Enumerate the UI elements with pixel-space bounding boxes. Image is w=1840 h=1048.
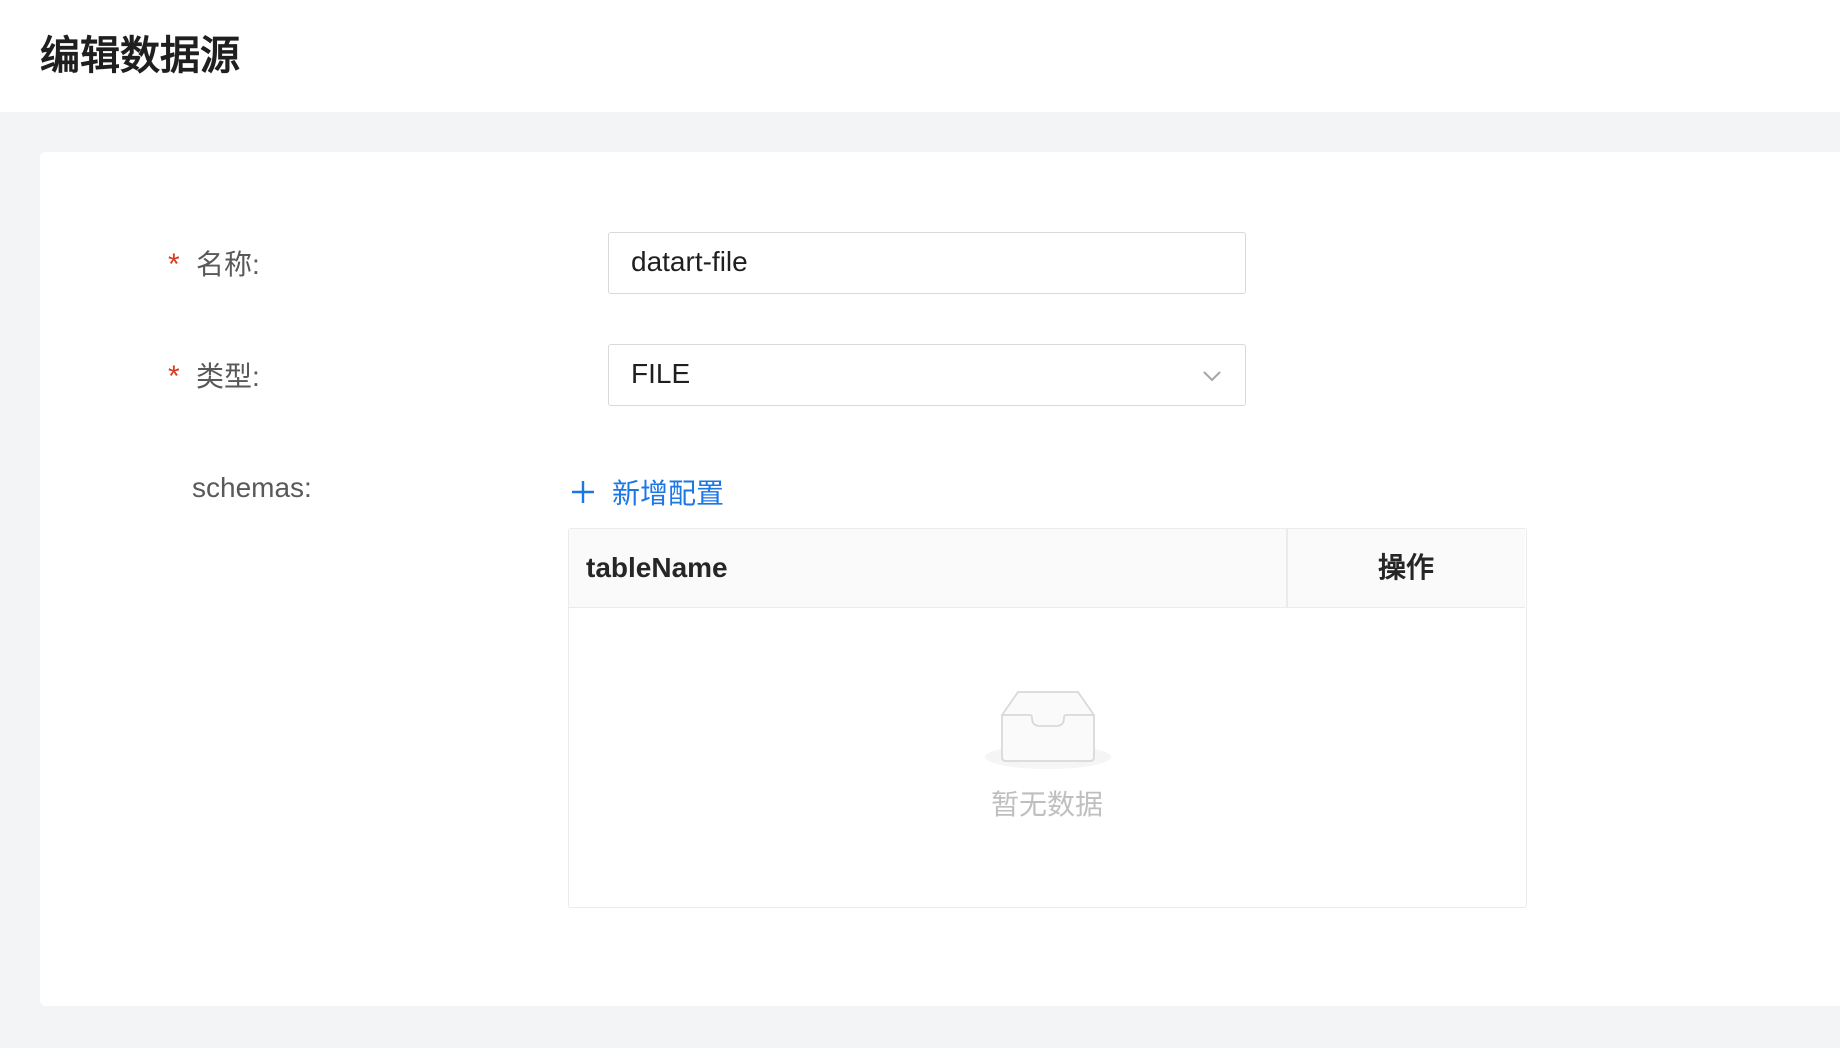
schemas-label: schemas: — [192, 472, 312, 503]
column-header-action: 操作 — [1377, 552, 1434, 583]
name-input[interactable] — [631, 233, 1191, 291]
add-config-label: 新增配置 — [612, 478, 725, 509]
column-header-tablename: tableName — [586, 552, 728, 583]
required-mark: * — [168, 248, 180, 281]
empty-inbox-icon — [985, 691, 1111, 769]
type-select-value: FILE — [631, 358, 691, 389]
chevron-down-icon — [1203, 371, 1221, 382]
name-label: 名称: — [196, 249, 260, 280]
required-mark: * — [168, 360, 180, 393]
empty-text: 暂无数据 — [990, 789, 1103, 820]
table-header: tableName 操作 — [569, 529, 1525, 608]
name-field[interactable] — [608, 232, 1246, 294]
page-header: 编辑数据源 — [0, 0, 1840, 112]
type-select[interactable]: FILE — [608, 344, 1246, 406]
type-label: 类型: — [196, 361, 260, 392]
plus-icon — [572, 481, 594, 503]
add-config-button[interactable]: 新增配置 — [570, 472, 724, 512]
page-title: 编辑数据源 — [40, 34, 240, 78]
form-card: * 名称: * 类型: FILE schemas: 新增配置 tableName… — [40, 152, 1840, 1006]
schemas-table: tableName 操作 暂无数据 — [568, 528, 1527, 908]
